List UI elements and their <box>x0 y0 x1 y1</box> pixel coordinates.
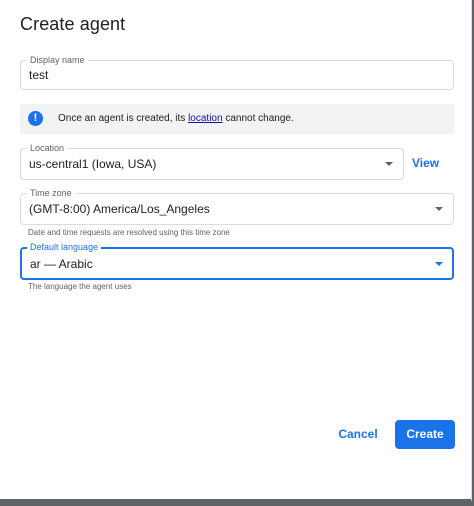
display-name-field[interactable]: Display name test <box>20 54 454 90</box>
default-language-value: ar — Arabic <box>30 256 93 271</box>
time-zone-select[interactable]: Time zone (GMT-8:00) America/Los_Angeles <box>20 187 454 225</box>
info-icon: ! <box>28 111 43 126</box>
create-agent-dialog: Create agent Display name test ! Once an… <box>0 0 472 502</box>
location-select[interactable]: Location us-central1 (Iowa, USA) <box>20 142 404 180</box>
default-language-hint: The language the agent uses <box>28 282 132 291</box>
time-zone-label: Time zone <box>27 187 75 199</box>
info-text-before: Once an agent is created, its <box>58 113 189 124</box>
info-banner-text: Once an agent is created, its location c… <box>58 113 294 124</box>
display-name-label: Display name <box>27 54 88 66</box>
chevron-down-icon[interactable] <box>385 162 393 166</box>
display-name-value[interactable]: test <box>29 68 48 82</box>
chevron-down-icon[interactable] <box>435 207 443 211</box>
time-zone-hint: Date and time requests are resolved usin… <box>28 228 230 237</box>
create-button[interactable]: Create <box>395 420 455 449</box>
chevron-down-icon[interactable] <box>435 261 443 266</box>
default-language-select[interactable]: Default language ar — Arabic <box>20 241 454 280</box>
view-location-button[interactable]: View <box>412 156 439 170</box>
cancel-button[interactable]: Cancel <box>336 420 380 448</box>
dialog-title: Create agent <box>20 14 126 34</box>
default-language-label: Default language <box>27 241 102 253</box>
info-banner: ! Once an agent is created, its location… <box>20 104 454 134</box>
location-link[interactable]: location <box>188 113 222 124</box>
info-text-after: cannot change. <box>222 113 294 124</box>
location-value: us-central1 (Iowa, USA) <box>29 157 157 171</box>
time-zone-value: (GMT-8:00) America/Los_Angeles <box>29 202 210 216</box>
location-label: Location <box>27 142 68 154</box>
